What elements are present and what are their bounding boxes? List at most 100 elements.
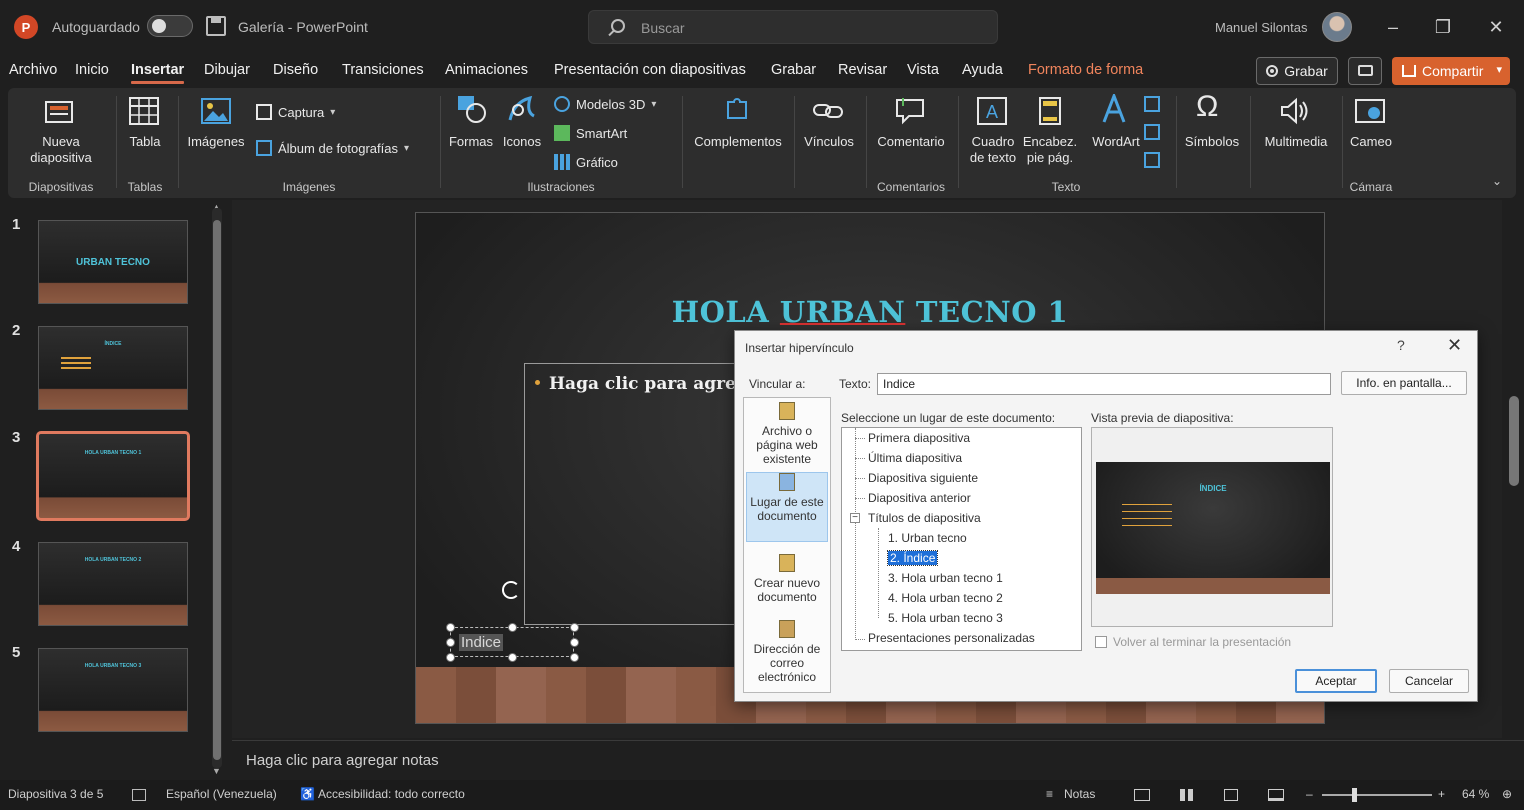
scrollbar-thumb[interactable] xyxy=(1509,396,1519,486)
slide-count[interactable]: Diapositiva 3 de 5 xyxy=(8,787,103,801)
tab-ayuda[interactable]: Ayuda xyxy=(962,62,1003,78)
show-and-return-checkbox[interactable] xyxy=(1095,636,1107,648)
new-slide-button[interactable]: Nueva diapositiva xyxy=(18,134,104,166)
link-existing-file[interactable]: Archivo o página web existente xyxy=(746,402,828,468)
minimize-icon[interactable]: – xyxy=(1380,14,1406,40)
selected-text[interactable]: Indice xyxy=(459,634,504,651)
header-footer-button[interactable]: Encabez. pie pág. xyxy=(1022,134,1078,166)
symbols-button[interactable]: Símbolos xyxy=(1180,134,1244,150)
link-place-in-document[interactable]: Lugar de este documento xyxy=(746,472,828,542)
link-email-address[interactable]: Dirección de correo electrónico xyxy=(746,620,828,686)
ok-button[interactable]: Aceptar xyxy=(1295,669,1377,693)
spellcheck-icon[interactable] xyxy=(132,789,146,801)
slide-title[interactable]: HOLA URBAN TECNO 1 xyxy=(416,295,1324,329)
slide-number-icon[interactable] xyxy=(1144,124,1160,140)
tab-vista[interactable]: Vista xyxy=(907,62,939,78)
wordart-button[interactable]: WordArt xyxy=(1086,134,1146,150)
language[interactable]: Español (Venezuela) xyxy=(166,787,277,801)
restore-icon[interactable]: ❐ xyxy=(1430,14,1456,40)
tab-archivo[interactable]: Archivo xyxy=(9,62,57,78)
addins-button[interactable]: Complementos xyxy=(690,134,786,150)
tree-item[interactable]: Primera diapositiva xyxy=(868,431,970,445)
user-name[interactable]: Manuel Silontas xyxy=(1215,20,1308,35)
smartart-button[interactable]: SmartArt xyxy=(554,125,627,141)
document-places-tree[interactable]: − Primera diapositiva Última diapositiva… xyxy=(841,427,1082,651)
zoom-slider-thumb[interactable] xyxy=(1352,788,1357,802)
notes-placeholder[interactable]: Haga clic para agregar notas xyxy=(246,752,439,769)
display-text-input[interactable]: Indice xyxy=(877,373,1331,395)
capture-button[interactable]: Captura ▾ xyxy=(256,104,335,120)
resize-handle[interactable] xyxy=(508,623,517,632)
reading-view-icon[interactable] xyxy=(1224,789,1238,801)
tree-item[interactable]: 1. Urban tecno xyxy=(888,531,967,545)
record-button[interactable]: Grabar xyxy=(1256,57,1338,85)
links-button[interactable]: Vínculos xyxy=(798,134,860,150)
tab-animaciones[interactable]: Animaciones xyxy=(445,62,528,78)
tree-item[interactable]: Presentaciones personalizadas xyxy=(868,631,1035,645)
rotate-handle-icon[interactable] xyxy=(502,581,520,599)
tree-item[interactable]: 5. Hola urban tecno 3 xyxy=(888,611,1003,625)
3d-models-button[interactable]: Modelos 3D ▾ xyxy=(554,96,656,112)
slideshow-icon[interactable] xyxy=(1268,789,1284,801)
accessibility-status[interactable]: Accesibilidad: todo correcto xyxy=(318,787,465,801)
object-icon[interactable] xyxy=(1144,152,1160,168)
multimedia-button[interactable]: Multimedia xyxy=(1256,134,1336,150)
slide-thumbnail-5[interactable]: HOLA URBAN TECNO 3 xyxy=(38,648,188,732)
cancel-button[interactable]: Cancelar xyxy=(1389,669,1469,693)
tree-item[interactable]: Diapositiva siguiente xyxy=(868,471,978,485)
slide-thumbnail-4[interactable]: HOLA URBAN TECNO 2 xyxy=(38,542,188,626)
resize-handle[interactable] xyxy=(570,638,579,647)
resize-handle[interactable] xyxy=(446,653,455,662)
comment-button[interactable]: Comentario xyxy=(870,134,952,150)
thumbnails-scrollbar[interactable] xyxy=(212,208,222,768)
normal-view-icon[interactable] xyxy=(1134,789,1150,801)
slide-thumbnail-3[interactable]: HOLA URBAN TECNO 1 xyxy=(36,431,190,521)
text-box-button[interactable]: Cuadro de texto xyxy=(966,134,1020,166)
resize-handle[interactable] xyxy=(446,623,455,632)
tree-item[interactable]: 4. Hola urban tecno 2 xyxy=(888,591,1003,605)
tab-grabar[interactable]: Grabar xyxy=(771,62,816,78)
autosave-toggle[interactable] xyxy=(147,15,193,37)
date-time-icon[interactable] xyxy=(1144,96,1160,112)
notes-pane[interactable]: Haga clic para agregar notas xyxy=(232,740,1524,780)
photo-album-button[interactable]: Álbum de fotografías ▾ xyxy=(256,140,409,156)
resize-handle[interactable] xyxy=(446,638,455,647)
zoom-out-icon[interactable]: – xyxy=(1306,787,1313,801)
save-icon[interactable] xyxy=(206,16,226,36)
scrollbar-thumb[interactable] xyxy=(213,220,221,760)
help-icon[interactable]: ? xyxy=(1397,337,1405,353)
tab-revisar[interactable]: Revisar xyxy=(838,62,887,78)
notes-button[interactable]: Notas xyxy=(1064,787,1095,801)
avatar[interactable] xyxy=(1322,12,1352,42)
cameo-button[interactable]: Cameo xyxy=(1346,134,1396,150)
resize-handle[interactable] xyxy=(570,653,579,662)
slide-thumbnail-1[interactable]: URBAN TECNO xyxy=(38,220,188,304)
zoom-in-icon[interactable]: + xyxy=(1438,787,1445,801)
tree-item[interactable]: Títulos de diapositiva xyxy=(868,511,981,525)
comments-button[interactable] xyxy=(1348,57,1382,85)
chart-button[interactable]: Gráfico xyxy=(554,154,618,170)
tab-presentacion[interactable]: Presentación con diapositivas xyxy=(554,62,746,78)
search-box[interactable]: Buscar xyxy=(588,10,998,44)
link-new-document[interactable]: Crear nuevo documento xyxy=(746,554,828,610)
tree-item-selected[interactable]: 2. Índice xyxy=(886,550,939,566)
scroll-down-icon[interactable]: ▼ xyxy=(212,766,221,776)
fit-to-window-icon[interactable]: ⊕ xyxy=(1502,787,1512,801)
editor-scrollbar[interactable] xyxy=(1506,200,1522,738)
zoom-slider[interactable] xyxy=(1322,794,1432,796)
selected-text-box[interactable]: Indice xyxy=(446,623,579,662)
slide-sorter-icon[interactable] xyxy=(1180,789,1194,801)
icons-button[interactable]: Iconos xyxy=(498,134,546,150)
tab-dibujar[interactable]: Dibujar xyxy=(204,62,250,78)
share-button[interactable]: Compartir ▾ xyxy=(1392,57,1510,85)
zoom-level[interactable]: 64 % xyxy=(1462,787,1489,801)
collapse-icon[interactable]: − xyxy=(850,513,860,523)
search-input[interactable]: Buscar xyxy=(641,20,685,36)
ribbon-collapse-icon[interactable]: ⌄ xyxy=(1492,174,1502,188)
table-button[interactable]: Tabla xyxy=(120,134,170,150)
resize-handle[interactable] xyxy=(508,653,517,662)
tab-transiciones[interactable]: Transiciones xyxy=(342,62,424,78)
tab-diseno[interactable]: Diseño xyxy=(273,62,318,78)
tab-inicio[interactable]: Inicio xyxy=(75,62,109,78)
close-icon[interactable]: ✕ xyxy=(1483,14,1509,40)
